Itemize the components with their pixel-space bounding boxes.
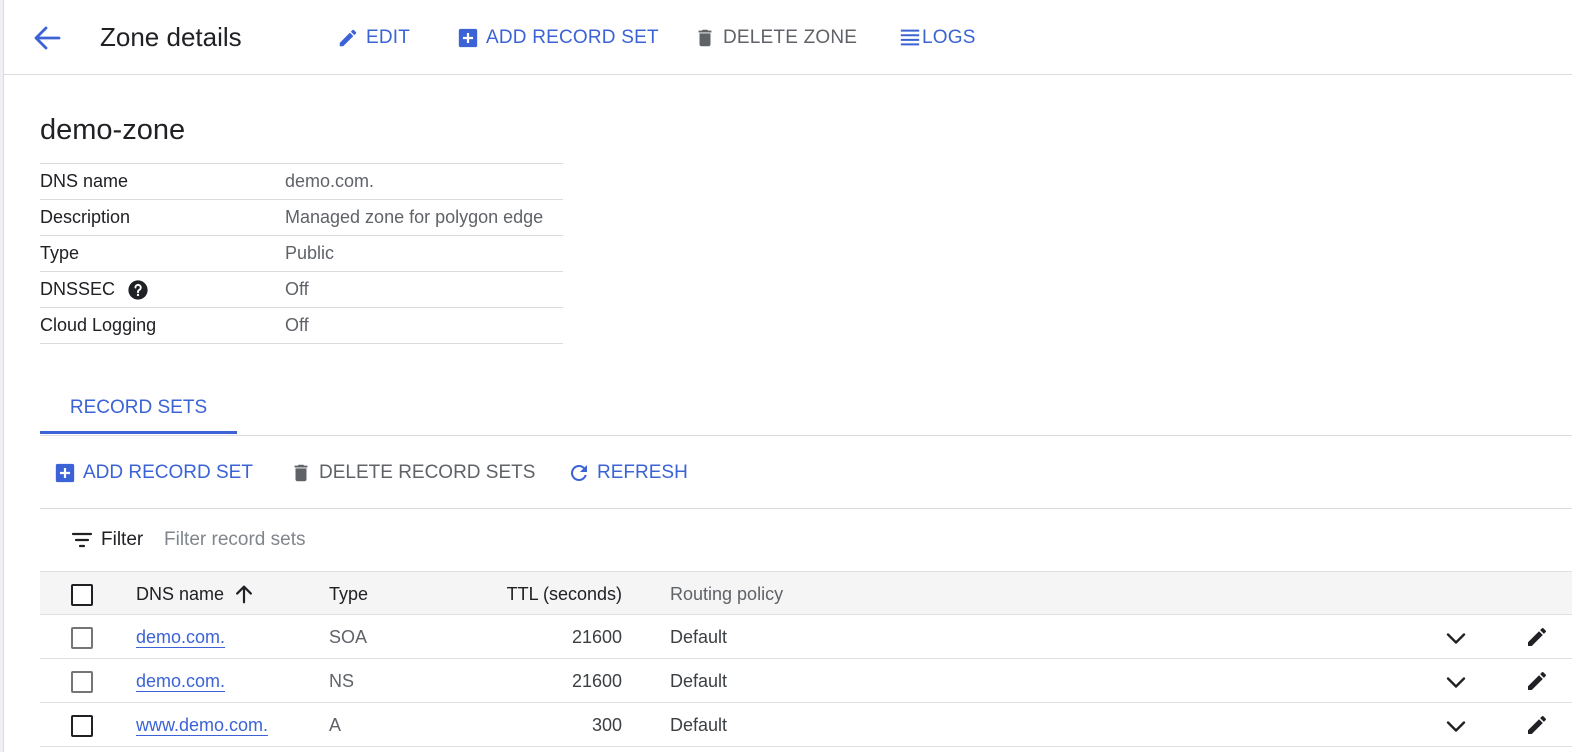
delete-zone-button[interactable]: DELETE ZONE — [693, 24, 857, 52]
trash-icon — [289, 461, 313, 485]
record-ttl: 21600 — [571, 671, 622, 691]
add-box-icon — [456, 26, 480, 50]
table-row: demo.com. SOA 21600 Default — [40, 615, 1572, 659]
filter-input[interactable] — [164, 524, 764, 556]
refresh-button[interactable]: REFRESH — [567, 459, 688, 487]
detail-key: Type — [40, 243, 80, 263]
detail-key: DNS name — [40, 171, 129, 191]
detail-row-type: Type Public — [40, 236, 563, 272]
row-checkbox[interactable] — [71, 671, 93, 693]
select-all-checkbox[interactable] — [71, 584, 93, 606]
add-box-icon — [53, 461, 77, 485]
back-button[interactable] — [32, 24, 62, 52]
record-routing-policy: Default — [670, 715, 728, 735]
refresh-label: REFRESH — [597, 462, 688, 483]
detail-key: Cloud Logging — [40, 315, 157, 335]
left-rail — [0, 0, 4, 752]
edit-label: EDIT — [366, 27, 411, 48]
detail-value: demo.com. — [285, 171, 375, 191]
chevron-down-icon[interactable] — [1444, 714, 1468, 738]
add-record-set-label: ADD RECORD SET — [486, 27, 659, 48]
table-row: demo.com. NS 21600 Default — [40, 659, 1572, 703]
filter-icon — [70, 528, 94, 552]
tab-bar: RECORD SETS — [40, 384, 1572, 436]
detail-row-description: Description Managed zone for polygon edg… — [40, 200, 563, 236]
column-header-ttl: TTL (seconds) — [506, 584, 622, 604]
logs-label: LOGS — [922, 27, 976, 48]
chevron-down-icon[interactable] — [1444, 626, 1468, 650]
record-sets-toolbar: ADD RECORD SET DELETE RECORD SETS REFRES… — [40, 437, 1572, 509]
record-type: NS — [329, 671, 355, 691]
refresh-icon — [567, 461, 591, 485]
pencil-icon[interactable] — [1525, 669, 1549, 693]
detail-value: Off — [285, 279, 309, 299]
detail-key-dnssec: DNSSEC — [40, 279, 149, 301]
detail-key: DNSSEC — [40, 279, 116, 299]
add-record-set-button[interactable]: ADD RECORD SET — [456, 24, 659, 52]
pencil-icon[interactable] — [1525, 713, 1549, 737]
record-ttl: 300 — [591, 715, 622, 735]
dns-name-link[interactable]: www.demo.com. — [136, 715, 268, 736]
table-row: www.demo.com. A 300 Default — [40, 703, 1572, 747]
filter-bar: Filter — [40, 510, 1572, 570]
row-checkbox[interactable] — [71, 715, 93, 737]
record-ttl: 21600 — [571, 627, 622, 647]
dns-name-link[interactable]: demo.com. — [136, 627, 225, 648]
detail-row-dnssec: DNSSEC Off — [40, 272, 563, 308]
delete-zone-label: DELETE ZONE — [723, 27, 858, 48]
trash-icon — [693, 26, 717, 50]
chevron-down-icon[interactable] — [1444, 670, 1468, 694]
column-header-dns-name[interactable]: DNS name — [136, 584, 224, 605]
top-action-bar: Zone details EDIT ADD RECORD SET DELETE … — [4, 0, 1572, 75]
row-checkbox[interactable] — [71, 627, 93, 649]
page-title: Zone details — [100, 22, 242, 52]
add-record-set-toolbar-button[interactable]: ADD RECORD SET — [53, 459, 253, 487]
table-header: DNS name Type TTL (seconds) Routing poli… — [40, 571, 1572, 615]
detail-row-cloud-logging: Cloud Logging Off — [40, 308, 563, 344]
tab-record-sets[interactable]: RECORD SETS — [40, 384, 237, 434]
list-icon — [898, 26, 922, 50]
help-icon[interactable] — [127, 279, 149, 301]
detail-row-dns-name: DNS name demo.com. — [40, 164, 563, 200]
column-header-type: Type — [329, 584, 369, 604]
detail-value: Managed zone for polygon edge — [285, 207, 544, 227]
zone-details-table: DNS name demo.com. Description Managed z… — [40, 163, 563, 344]
column-header-routing-policy: Routing policy — [670, 584, 784, 604]
add-record-set-label: ADD RECORD SET — [83, 462, 253, 483]
record-sets-table: DNS name Type TTL (seconds) Routing poli… — [40, 571, 1572, 747]
pencil-icon[interactable] — [1525, 625, 1549, 649]
arrow-up-icon[interactable] — [233, 583, 255, 605]
delete-record-sets-button[interactable]: DELETE RECORD SETS — [289, 459, 535, 487]
arrow-back-icon — [34, 26, 61, 50]
edit-button[interactable]: EDIT — [336, 24, 410, 52]
record-type: SOA — [329, 627, 368, 647]
pencil-icon — [336, 26, 360, 50]
zone-name: demo-zone — [40, 114, 186, 146]
delete-record-sets-label: DELETE RECORD SETS — [319, 462, 536, 483]
detail-key: Description — [40, 207, 131, 227]
dns-name-link[interactable]: demo.com. — [136, 671, 225, 692]
filter-label: Filter — [101, 529, 144, 550]
detail-value: Public — [285, 243, 335, 263]
logs-button[interactable]: LOGS — [898, 24, 976, 52]
record-type: A — [329, 715, 342, 735]
record-routing-policy: Default — [670, 627, 728, 647]
record-routing-policy: Default — [670, 671, 728, 691]
detail-value: Off — [285, 315, 309, 335]
